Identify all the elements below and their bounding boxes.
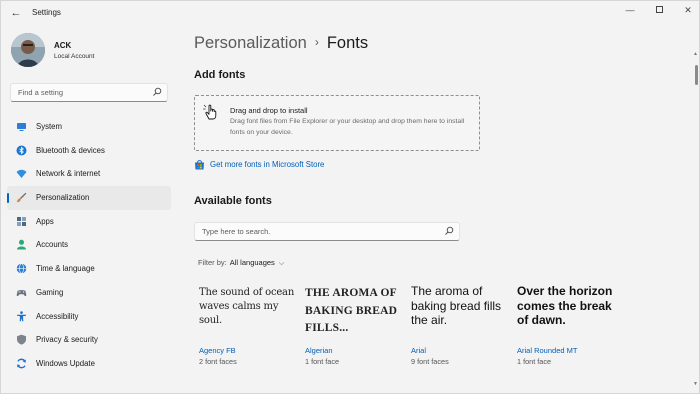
sidebar-item-time-and-language[interactable]: Time & language	[7, 257, 171, 281]
hand-pointer-icon	[203, 104, 217, 120]
apps-icon	[17, 216, 26, 226]
language-filter[interactable]: Filter by: All languages ⌵	[198, 258, 284, 268]
font-card-arial-rounded-mt[interactable]: Over the horizon comes the break of dawn…	[517, 283, 622, 373]
sidebar-item-accessibility[interactable]: Accessibility	[7, 305, 171, 329]
wifi-icon	[16, 170, 27, 179]
font-preview: The aroma of baking bread fills the air.	[411, 284, 502, 327]
available-fonts-heading: Available fonts	[194, 195, 272, 207]
breadcrumb-parent[interactable]: Personalization	[194, 34, 307, 52]
breadcrumb-separator-icon: ›	[314, 35, 319, 49]
scroll-up-icon[interactable]: ▲	[693, 51, 698, 57]
sidebar-item-label: Privacy & security	[36, 335, 98, 345]
bluetooth-icon	[16, 145, 27, 156]
title-bar: ← Settings — ✕	[1, 1, 700, 25]
scroll-thumb[interactable]	[695, 65, 698, 85]
sidebar-item-label: System	[36, 122, 62, 131]
font-name[interactable]: Arial	[411, 346, 426, 355]
font-preview: The sound of ocean waves calms my soul.	[199, 287, 295, 326]
font-drop-zone[interactable]: Drag and drop to install Drag font files…	[194, 95, 480, 151]
sidebar-item-label: Personalization	[36, 193, 90, 203]
scrollbar[interactable]: ▲ ▼	[693, 51, 699, 391]
find-setting-input[interactable]	[18, 88, 148, 97]
font-search-input[interactable]	[202, 227, 422, 236]
font-name[interactable]: Algerian	[305, 346, 333, 355]
maximize-button[interactable]	[644, 3, 674, 17]
avatar[interactable]	[11, 33, 45, 67]
font-search[interactable]	[194, 222, 460, 241]
sidebar-item-label: Windows Update	[36, 358, 95, 368]
font-preview: Over the horizon comes the break of dawn…	[517, 284, 613, 327]
search-icon[interactable]	[444, 226, 454, 236]
breadcrumb: Personalization › Fonts	[194, 34, 368, 53]
person-icon	[17, 240, 26, 250]
sidebar-item-label: Accessibility	[36, 311, 79, 321]
find-setting-search[interactable]	[10, 83, 168, 102]
microsoft-store-link-text[interactable]: Get more fonts in Microsoft Store	[210, 160, 324, 169]
sync-icon	[17, 358, 26, 369]
font-face-count: 9 font faces	[411, 357, 449, 366]
sidebar-nav: System Bluetooth & devices Network & inter…	[7, 115, 171, 376]
sidebar-item-label: Accounts	[36, 240, 69, 250]
gamepad-icon	[16, 289, 27, 296]
globe-icon	[16, 263, 27, 274]
font-card-agency-fb[interactable]: The sound of ocean waves calms my soul. …	[199, 283, 304, 373]
font-name[interactable]: Arial Rounded MT	[517, 346, 577, 355]
sidebar-item-bluetooth-and-devices[interactable]: Bluetooth & devices	[7, 139, 171, 163]
sidebar-item-accounts[interactable]: Accounts	[7, 233, 171, 257]
scroll-down-icon[interactable]: ▼	[693, 381, 698, 387]
shield-icon	[17, 334, 26, 345]
page-title: Fonts	[326, 34, 369, 52]
chevron-down-icon[interactable]: ⌵	[279, 260, 284, 267]
add-fonts-heading: Add fonts	[194, 69, 246, 81]
font-face-count: 1 font face	[517, 357, 552, 366]
avatar-image	[11, 33, 45, 67]
search-icon[interactable]	[152, 87, 162, 97]
sidebar-item-label: Network & internet	[36, 169, 101, 179]
profile-account-type: Local Account	[54, 53, 95, 60]
sidebar-item-privacy-and-security[interactable]: Privacy & security	[7, 328, 171, 352]
brush-icon	[16, 192, 27, 203]
sidebar-item-label: Apps	[36, 216, 54, 226]
system-icon	[17, 123, 26, 131]
font-face-count: 2 font faces	[199, 357, 237, 366]
sidebar-item-network-and-internet[interactable]: Network & internet	[7, 162, 171, 186]
store-icon	[195, 160, 204, 170]
drop-zone-description: Drag font files from File Explorer or yo…	[230, 118, 465, 136]
sidebar-item-gaming[interactable]: Gaming	[7, 281, 171, 305]
drop-zone-title: Drag and drop to install	[230, 106, 308, 115]
sidebar-item-apps[interactable]: Apps	[7, 210, 171, 234]
font-card-algerian[interactable]: THE AROMA OF BAKING BREAD FILLS... Alger…	[305, 283, 410, 373]
font-name[interactable]: Agency FB	[199, 346, 236, 355]
sidebar-item-label: Bluetooth & devices	[36, 145, 105, 155]
sidebar-item-system[interactable]: System	[7, 115, 171, 139]
filter-label: Filter by:	[198, 258, 227, 267]
font-card-arial[interactable]: The aroma of baking bread fills the air.…	[411, 283, 516, 373]
sidebar-item-personalization[interactable]: Personalization	[7, 186, 171, 210]
app-title: Settings	[32, 8, 61, 17]
font-preview: THE AROMA OF BAKING BREAD FILLS...	[305, 287, 398, 334]
sidebar-item-windows-update[interactable]: Windows Update	[7, 352, 171, 376]
back-button[interactable]: ←	[9, 6, 23, 20]
maximize-icon	[655, 6, 663, 13]
filter-value[interactable]: All languages	[230, 258, 275, 267]
font-face-count: 1 font face	[305, 357, 340, 366]
minimize-button[interactable]: —	[615, 3, 645, 17]
close-button[interactable]: ✕	[673, 3, 700, 17]
profile-name: ACK	[54, 41, 72, 50]
sidebar-item-label: Time & language	[36, 264, 95, 274]
sidebar-item-label: Gaming	[36, 287, 64, 297]
accessibility-icon	[17, 310, 26, 321]
